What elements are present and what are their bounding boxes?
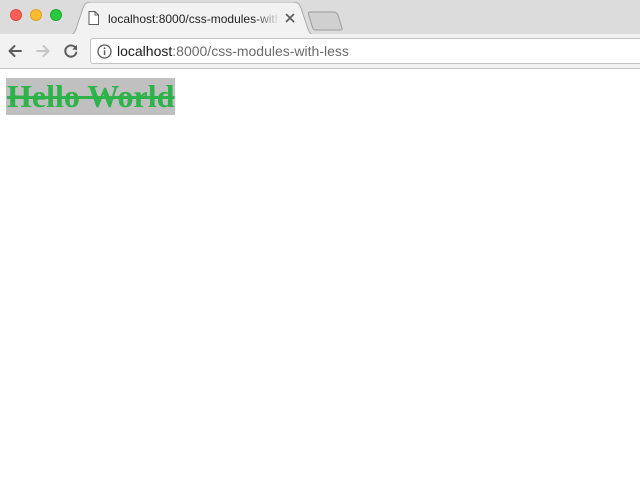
url-text[interactable]: localhost:8000/css-modules-with-less [117,39,349,63]
url-host: localhost [117,43,173,59]
address-bar[interactable]: localhost:8000/css-modules-with-less [90,38,640,64]
browser-toolbar: localhost:8000/css-modules-with-less [0,34,640,69]
url-path: :8000/css-modules-with-less [172,43,349,59]
tab-title: localhost:8000/css-modules-with-less [108,12,280,26]
tab-close-icon[interactable] [284,12,296,24]
page-heading: Hello World [6,78,176,115]
new-tab-button[interactable] [308,11,344,31]
window-close-button[interactable] [10,9,22,21]
tab-strip: localhost:8000/css-modules-with-less [0,0,640,36]
page-viewport: Hello World [0,69,640,480]
tab-active[interactable]: localhost:8000/css-modules-with-less [78,4,304,34]
forward-arrow-icon[interactable] [34,42,52,60]
reload-icon[interactable] [62,42,80,60]
info-icon[interactable] [97,44,112,59]
browser-window: localhost:8000/css-modules-with-less [0,0,640,480]
back-arrow-icon[interactable] [6,42,24,60]
page-icon [88,11,99,25]
window-minimize-button[interactable] [30,9,42,21]
window-maximize-button[interactable] [50,9,62,21]
